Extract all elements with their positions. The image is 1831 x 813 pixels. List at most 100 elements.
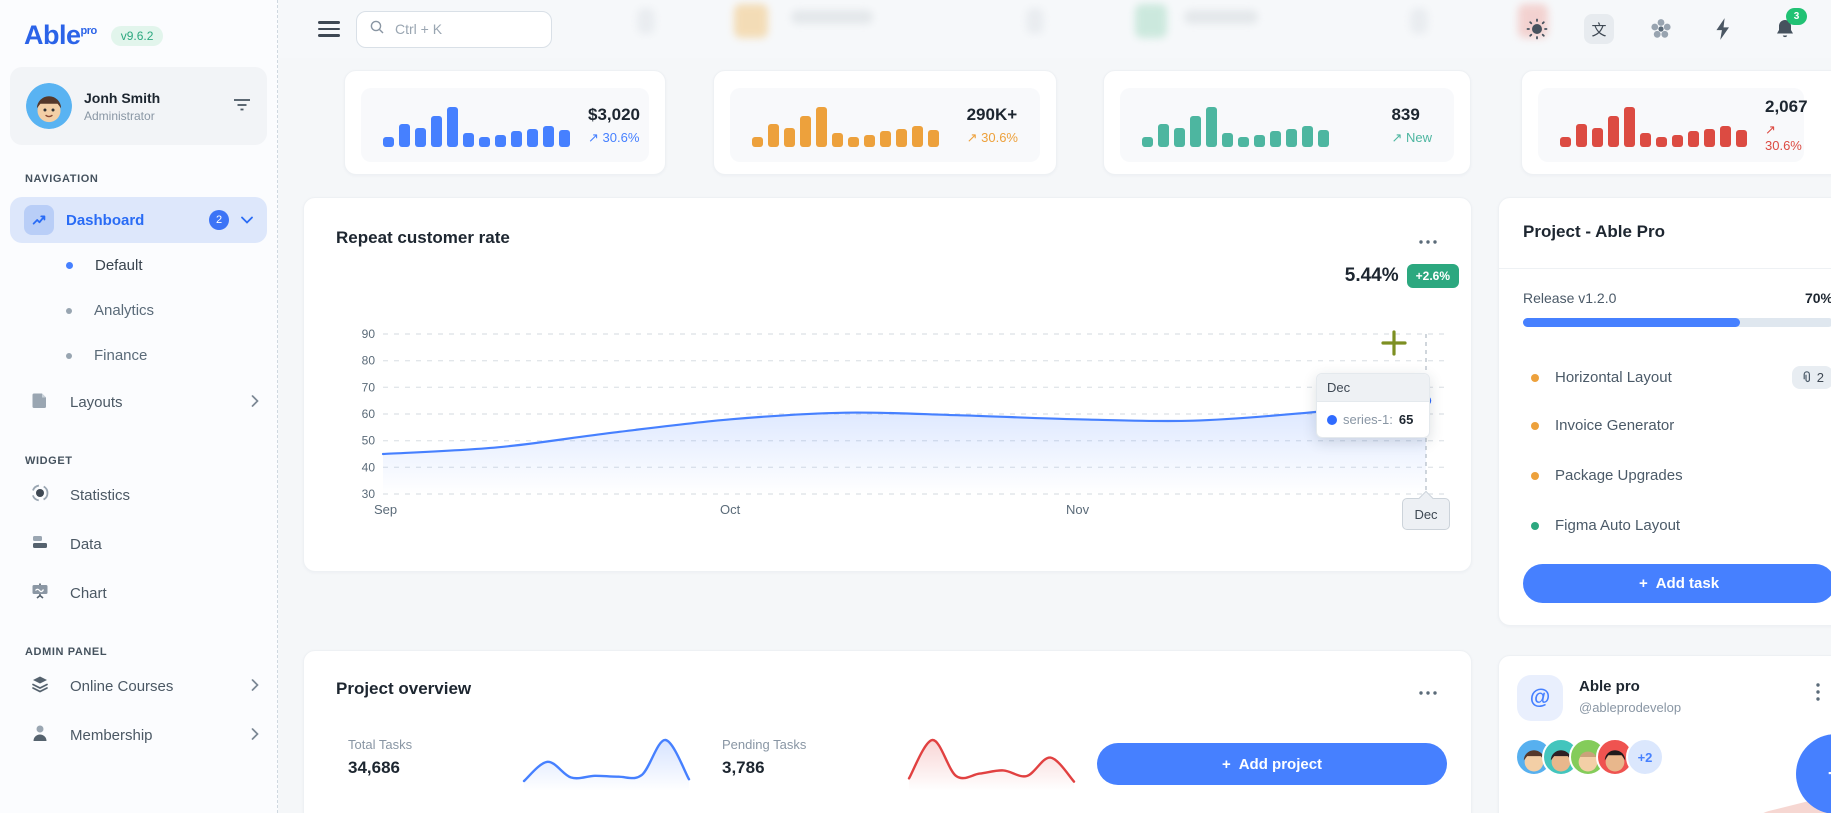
plus-icon: +: [1827, 757, 1831, 791]
global-search[interactable]: [356, 10, 552, 48]
stat-change: ↗ 30.6%: [966, 129, 1018, 145]
more-avatars-badge[interactable]: +2: [1626, 738, 1664, 776]
line-chart[interactable]: 90 80 70 60 50 40 30: [304, 198, 1471, 571]
task-label: Figma Auto Layout: [1555, 517, 1681, 534]
task-label: Horizontal Layout: [1555, 369, 1672, 386]
tooltip-title: Dec: [1317, 374, 1429, 402]
sidebar-item-finance[interactable]: Finance: [0, 333, 277, 378]
total-tasks-sparkline: [522, 738, 691, 791]
project-able-pro-card: Project - Able Pro Release v1.2.0 70% Ho…: [1498, 197, 1831, 626]
stat-card-orders: 839 ↗ New: [1103, 70, 1471, 175]
task-row[interactable]: Horizontal Layout 2: [1531, 366, 1831, 389]
x-axis-label: Oct: [720, 502, 741, 517]
task-row[interactable]: Figma Auto Layout: [1531, 517, 1831, 534]
theme-toggle-sun-icon[interactable]: [1521, 13, 1553, 45]
stat-inner: 839 ↗ New: [1120, 88, 1454, 162]
bullet-icon: [66, 352, 72, 359]
profile-name: Able pro: [1579, 678, 1640, 695]
x-axis-label: Nov: [1066, 502, 1090, 517]
sidebar-item-statistics[interactable]: Statistics: [0, 471, 277, 520]
logo[interactable]: Ablepro v9.6.2: [0, 0, 277, 51]
settings-flower-icon[interactable]: [1645, 13, 1677, 45]
sidebar-item-label: Finance: [94, 347, 148, 364]
task-label: Package Upgrades: [1555, 467, 1683, 484]
sparkline-bars: [383, 103, 570, 147]
statistics-icon: [30, 483, 50, 508]
notifications-bell-icon[interactable]: 3: [1769, 8, 1807, 45]
stat-values: 839 ↗ New: [1373, 105, 1432, 146]
translate-icon[interactable]: 文: [1583, 13, 1615, 45]
version-badge: v9.6.2: [110, 25, 164, 46]
crosshair-plus-cursor: [1381, 330, 1407, 356]
more-vertical-icon[interactable]: [1815, 682, 1821, 707]
task-status-dot: [1531, 521, 1539, 530]
attachment-badge[interactable]: 2: [1791, 366, 1831, 389]
stat-inner: 2,067 ↗ 30.6%: [1538, 88, 1808, 162]
stat-value: 3,786: [722, 758, 765, 777]
add-member-button[interactable]: +: [1796, 734, 1831, 813]
task-status-dot: [1531, 421, 1539, 430]
sidebar-item-data[interactable]: Data: [0, 520, 277, 569]
x-axis-label: Sep: [374, 502, 398, 517]
trend-up-icon: ↗: [1765, 122, 1776, 137]
total-tasks-stat: Total Tasks 34,686: [348, 737, 412, 778]
task-row[interactable]: Package Upgrades: [1531, 467, 1831, 484]
menu-toggle-icon[interactable]: [318, 17, 340, 41]
task-row[interactable]: Invoice Generator: [1531, 417, 1831, 434]
chevron-right-icon: [251, 678, 259, 696]
stat-values: $3,020 ↗ 30.6%: [570, 105, 640, 146]
sidebar-item-default[interactable]: Default: [0, 243, 277, 288]
stat-card-users: 2,067 ↗ 30.6%: [1521, 70, 1831, 175]
stat-value: 290K+: [966, 104, 1018, 124]
membership-icon: [30, 723, 50, 748]
notification-count-badge: 3: [1786, 8, 1807, 25]
sidebar-item-layouts[interactable]: Layouts: [0, 378, 277, 427]
bullet-icon: [66, 262, 73, 269]
sidebar-item-analytics[interactable]: Analytics: [0, 288, 277, 333]
sidebar-item-dashboard[interactable]: Dashboard 2: [10, 197, 267, 243]
stat-card-sales: $3,020 ↗ 30.6%: [344, 70, 666, 175]
sidebar-item-label: Online Courses: [70, 678, 174, 695]
search-input[interactable]: [393, 20, 527, 38]
topbar: 文 3: [278, 0, 1831, 58]
filter-icon[interactable]: [233, 97, 251, 116]
brand-logo: Ablepro: [24, 20, 97, 50]
series-dot-icon: [1327, 414, 1337, 425]
trend-up-icon: ↗: [588, 129, 599, 145]
stat-label: Total Tasks: [348, 737, 413, 752]
plus-icon: +: [1221, 755, 1231, 773]
user-card[interactable]: Jonh Smith Administrator: [10, 67, 267, 145]
stat-inner: $3,020 ↗ 30.6%: [361, 88, 649, 162]
sidebar-item-chart[interactable]: Chart: [0, 569, 277, 618]
add-project-button[interactable]: + Add project: [1097, 743, 1447, 785]
chart-icon: [30, 581, 50, 606]
sidebar-item-label: Data: [70, 536, 102, 553]
sidebar: Ablepro v9.6.2 Jonh Smith Administrator …: [0, 0, 278, 813]
svg-text:40: 40: [362, 460, 376, 474]
sidebar-item-membership[interactable]: Membership: [0, 711, 277, 760]
user-name: Jonh Smith: [84, 89, 161, 106]
sidebar-item-label: Analytics: [94, 302, 155, 319]
card-title: Project overview: [336, 679, 472, 698]
nav-section-label: NAVIGATION: [25, 173, 99, 185]
sidebar-item-online-courses[interactable]: Online Courses: [0, 662, 277, 711]
search-icon: [369, 19, 385, 40]
tooltip-series-label: series-1:: [1343, 412, 1393, 427]
stat-label: Pending Tasks: [722, 737, 807, 752]
sidebar-item-label: Chart: [70, 585, 107, 602]
tooltip-value: 65: [1398, 412, 1414, 427]
courses-icon: [30, 674, 50, 699]
svg-text:90: 90: [362, 327, 376, 341]
lightning-icon[interactable]: [1707, 13, 1739, 45]
stat-change: ↗ 30.6%: [1765, 122, 1802, 153]
stat-values: 2,067 ↗ 30.6%: [1747, 97, 1808, 153]
more-menu-icon[interactable]: [1418, 683, 1438, 701]
add-task-button[interactable]: + Add task: [1523, 564, 1831, 603]
layouts-icon: [30, 390, 50, 415]
release-label: Release v1.2.0: [1523, 290, 1617, 306]
data-icon: [30, 532, 50, 557]
task-status-dot: [1531, 373, 1539, 382]
release-percent: 70%: [1804, 290, 1831, 306]
project-overview-card: Project overview Total Tasks 34,686 Pend…: [303, 650, 1472, 813]
stat-change: ↗ New: [1391, 129, 1432, 145]
